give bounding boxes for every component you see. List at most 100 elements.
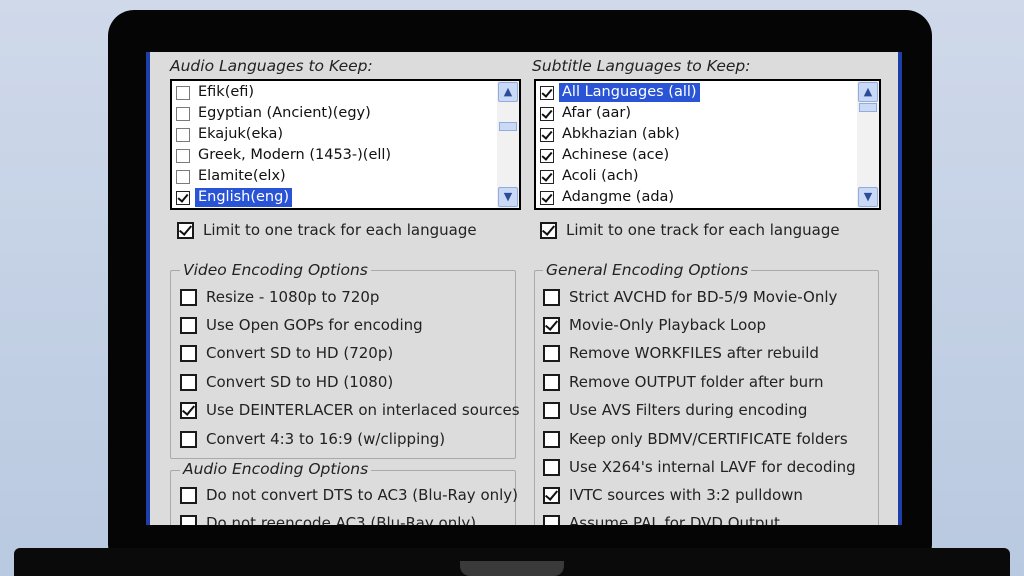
audio-encoding-title: Audio Encoding Options <box>180 460 372 478</box>
video-option-deinterlacer[interactable]: Use DEINTERLACER on interlaced sources <box>180 401 520 419</box>
option-label: Assume PAL for DVD Output <box>569 514 780 525</box>
general-option-avs-filters[interactable]: Use AVS Filters during encoding <box>543 401 807 419</box>
list-item-label: Greek, Modern (1453-)(ell) <box>198 147 392 163</box>
video-option-open-gops[interactable]: Use Open GOPs for encoding <box>180 316 423 334</box>
checkbox[interactable] <box>543 458 560 476</box>
list-item-checkbox[interactable] <box>176 85 190 100</box>
list-item-selected[interactable]: English(eng) <box>172 187 292 208</box>
scroll-down-icon[interactable]: ▼ <box>858 187 878 207</box>
option-label: IVTC sources with 3:2 pulldown <box>569 486 803 504</box>
list-item-checkbox[interactable] <box>540 169 554 184</box>
subtitle-languages-title: Subtitle Languages to Keep: <box>532 57 751 75</box>
list-item-label: Egyptian (Ancient)(egy) <box>198 105 371 121</box>
video-option-resize[interactable]: Resize - 1080p to 720p <box>180 288 379 306</box>
list-item-label: Acoli (ach) <box>562 168 639 184</box>
subtitle-languages-listbox[interactable]: All Languages (all) Afar (aar) Abkhazian… <box>534 79 881 210</box>
option-label: Convert SD to HD (720p) <box>206 344 394 362</box>
list-item-checkbox[interactable] <box>540 148 554 163</box>
list-item[interactable]: Efik(efi) <box>172 82 257 103</box>
video-option-sd-to-hd-720[interactable]: Convert SD to HD (720p) <box>180 344 393 362</box>
option-label: Movie-Only Playback Loop <box>569 316 767 334</box>
list-item-label: All Languages (all) <box>559 83 700 102</box>
checkbox[interactable] <box>180 514 197 525</box>
list-item[interactable]: Ekajuk(eka) <box>172 124 286 145</box>
option-label: Remove OUTPUT folder after burn <box>569 373 824 391</box>
subtitle-limit-checkbox[interactable] <box>540 221 557 239</box>
audio-languages-listbox[interactable]: Efik(efi) Egyptian (Ancient)(egy) Ekajuk… <box>170 79 521 210</box>
general-option-remove-workfiles[interactable]: Remove WORKFILES after rebuild <box>543 344 819 362</box>
list-item[interactable]: Achinese (ace) <box>536 145 672 166</box>
audio-limit-checkbox[interactable] <box>177 221 194 239</box>
list-item-checkbox[interactable] <box>176 169 190 184</box>
list-item-label: Afar (aar) <box>562 105 632 121</box>
general-encoding-title: General Encoding Options <box>543 261 752 279</box>
option-label: Use DEINTERLACER on interlaced sources <box>206 401 520 419</box>
general-option-keep-bdmv[interactable]: Keep only BDMV/CERTIFICATE folders <box>543 430 848 448</box>
checkbox[interactable] <box>180 430 197 448</box>
checkbox[interactable] <box>180 316 197 334</box>
checkbox[interactable] <box>180 401 197 419</box>
checkbox[interactable] <box>543 430 560 448</box>
subtitle-limit-option[interactable]: Limit to one track for each language <box>540 221 840 239</box>
checkbox[interactable] <box>543 373 560 391</box>
general-option-playback-loop[interactable]: Movie-Only Playback Loop <box>543 316 766 334</box>
list-item-checkbox[interactable] <box>540 106 554 121</box>
list-item-label: Achinese (ace) <box>562 147 670 163</box>
checkbox[interactable] <box>543 288 560 306</box>
general-option-assume-pal[interactable]: Assume PAL for DVD Output <box>543 514 780 525</box>
list-item[interactable]: Elamite(elx) <box>172 166 289 187</box>
list-item-checkbox[interactable] <box>176 106 190 121</box>
list-item-label: Adangme (ada) <box>562 189 675 205</box>
video-option-sd-to-hd-1080[interactable]: Convert SD to HD (1080) <box>180 373 393 391</box>
option-label: Strict AVCHD for BD-5/9 Movie-Only <box>569 288 838 306</box>
list-item-checkbox[interactable] <box>176 148 190 163</box>
option-label: Use Open GOPs for encoding <box>206 316 423 334</box>
video-option-aspect-convert[interactable]: Convert 4:3 to 16:9 (w/clipping) <box>180 430 445 448</box>
audio-option-dts[interactable]: Do not convert DTS to AC3 (Blu-Ray only) <box>180 486 518 504</box>
subtitle-list-scrollbar[interactable]: ▲ ▼ <box>857 81 879 208</box>
checkbox[interactable] <box>180 373 197 391</box>
general-option-strict-avchd[interactable]: Strict AVCHD for BD-5/9 Movie-Only <box>543 288 837 306</box>
audio-languages-title: Audio Languages to Keep: <box>170 57 373 75</box>
list-item[interactable]: Abkhazian (abk) <box>536 124 683 145</box>
list-item[interactable]: Egyptian (Ancient)(egy) <box>172 103 374 124</box>
list-item-checkbox[interactable] <box>540 127 554 142</box>
list-item[interactable]: Acoli (ach) <box>536 166 642 187</box>
general-option-ivtc[interactable]: IVTC sources with 3:2 pulldown <box>543 486 803 504</box>
list-item-label: Efik(efi) <box>198 84 255 100</box>
scroll-up-icon[interactable]: ▲ <box>498 82 518 102</box>
list-item[interactable]: Greek, Modern (1453-)(ell) <box>172 145 394 166</box>
option-label: Convert 4:3 to 16:9 (w/clipping) <box>206 430 446 448</box>
checkbox[interactable] <box>543 316 560 334</box>
option-label: Use X264's internal LAVF for decoding <box>569 458 856 476</box>
audio-option-ac3[interactable]: Do not reencode AC3 (Blu-Ray only) <box>180 514 476 525</box>
audio-limit-option[interactable]: Limit to one track for each language <box>177 221 477 239</box>
checkbox[interactable] <box>543 486 560 504</box>
option-label: Keep only BDMV/CERTIFICATE folders <box>569 430 848 448</box>
checkbox[interactable] <box>543 344 560 362</box>
subtitle-limit-label: Limit to one track for each language <box>566 221 840 239</box>
checkbox[interactable] <box>180 288 197 306</box>
list-item-label: Elamite(elx) <box>198 168 286 184</box>
list-item-checkbox[interactable] <box>540 85 554 100</box>
list-item[interactable]: Adangme (ada) <box>536 187 677 208</box>
scroll-thumb[interactable] <box>499 122 517 131</box>
list-item-checkbox[interactable] <box>540 190 554 205</box>
checkbox[interactable] <box>543 401 560 419</box>
settings-window: Audio Languages to Keep: Efik(efi) Egypt… <box>146 52 902 525</box>
general-option-remove-output[interactable]: Remove OUTPUT folder after burn <box>543 373 824 391</box>
checkbox[interactable] <box>543 514 560 525</box>
option-label: Do not reencode AC3 (Blu-Ray only) <box>206 514 477 525</box>
scroll-thumb[interactable] <box>859 103 877 112</box>
checkbox[interactable] <box>180 344 197 362</box>
scroll-down-icon[interactable]: ▼ <box>498 187 518 207</box>
list-item-selected[interactable]: All Languages (all) <box>536 82 700 103</box>
scroll-up-icon[interactable]: ▲ <box>858 82 878 102</box>
checkbox[interactable] <box>180 486 197 504</box>
list-item-checkbox[interactable] <box>176 190 190 205</box>
general-option-x264-lavf[interactable]: Use X264's internal LAVF for decoding <box>543 458 856 476</box>
audio-list-scrollbar[interactable]: ▲ ▼ <box>497 81 519 208</box>
option-label: Resize - 1080p to 720p <box>206 288 380 306</box>
list-item-checkbox[interactable] <box>176 127 190 142</box>
list-item[interactable]: Afar (aar) <box>536 103 634 124</box>
